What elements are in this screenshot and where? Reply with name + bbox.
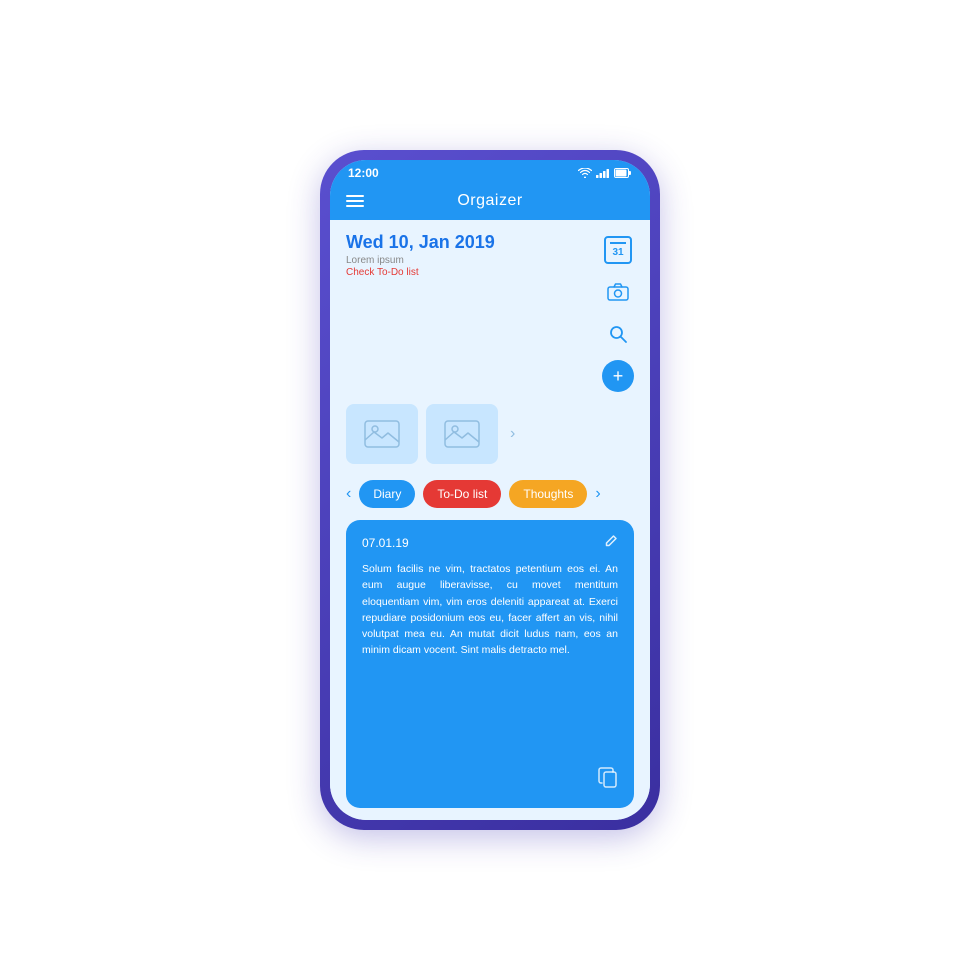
search-button[interactable] — [602, 318, 634, 350]
search-icon — [608, 324, 628, 344]
photo-thumb-1[interactable] — [346, 404, 418, 464]
add-button[interactable]: + — [602, 360, 634, 392]
phone-screen: 12:00 — [330, 160, 650, 820]
note-card: 07.01.19 Solum facilis ne vim, tractatos… — [346, 520, 634, 808]
status-time: 12:00 — [348, 166, 379, 180]
calendar-num: 31 — [612, 247, 623, 258]
signal-icon — [596, 168, 610, 178]
camera-icon — [607, 283, 629, 301]
calendar-button[interactable]: 31 — [602, 234, 634, 266]
date-info: Wed 10, Jan 2019 Lorem ipsum Check To-Do… — [346, 232, 602, 278]
photo-placeholder-icon-2 — [444, 420, 480, 448]
top-bar: Orgaizer — [330, 184, 650, 220]
date-section: Wed 10, Jan 2019 Lorem ipsum Check To-Do… — [330, 220, 650, 400]
status-bar: 12:00 — [330, 160, 650, 184]
tabs-chevron-left-icon[interactable]: ‹ — [346, 485, 351, 503]
main-content: Wed 10, Jan 2019 Lorem ipsum Check To-Do… — [330, 220, 650, 820]
status-icons — [578, 168, 632, 178]
tab-thoughts[interactable]: Thoughts — [509, 480, 587, 508]
date-todo[interactable]: Check To-Do list — [346, 267, 602, 278]
photos-row: › — [330, 400, 650, 472]
note-date: 07.01.19 — [362, 536, 409, 550]
note-text: Solum facilis ne vim, tractatos petentiu… — [362, 561, 618, 757]
tab-diary[interactable]: Diary — [359, 480, 415, 508]
date-main: Wed 10, Jan 2019 — [346, 232, 602, 253]
tabs-row: ‹ Diary To-Do list Thoughts › — [330, 472, 650, 516]
photo-thumb-2[interactable] — [426, 404, 498, 464]
photos-chevron-right-icon[interactable]: › — [510, 425, 515, 443]
phone-frame: 12:00 — [320, 150, 660, 830]
tab-todo[interactable]: To-Do list — [423, 480, 501, 508]
calendar-icon: 31 — [604, 236, 632, 264]
camera-button[interactable] — [602, 276, 634, 308]
battery-icon — [614, 168, 632, 178]
photo-placeholder-icon-1 — [364, 420, 400, 448]
date-sub: Lorem ipsum — [346, 255, 602, 266]
copy-icon[interactable] — [598, 767, 618, 794]
edit-icon[interactable] — [604, 534, 618, 551]
tabs-chevron-right-icon[interactable]: › — [595, 485, 600, 503]
app-title: Orgaizer — [457, 192, 522, 210]
wifi-icon — [578, 168, 592, 178]
note-header: 07.01.19 — [362, 534, 618, 551]
right-icons: 31 — [602, 232, 634, 392]
hamburger-menu[interactable] — [346, 195, 364, 207]
note-footer — [362, 767, 618, 794]
